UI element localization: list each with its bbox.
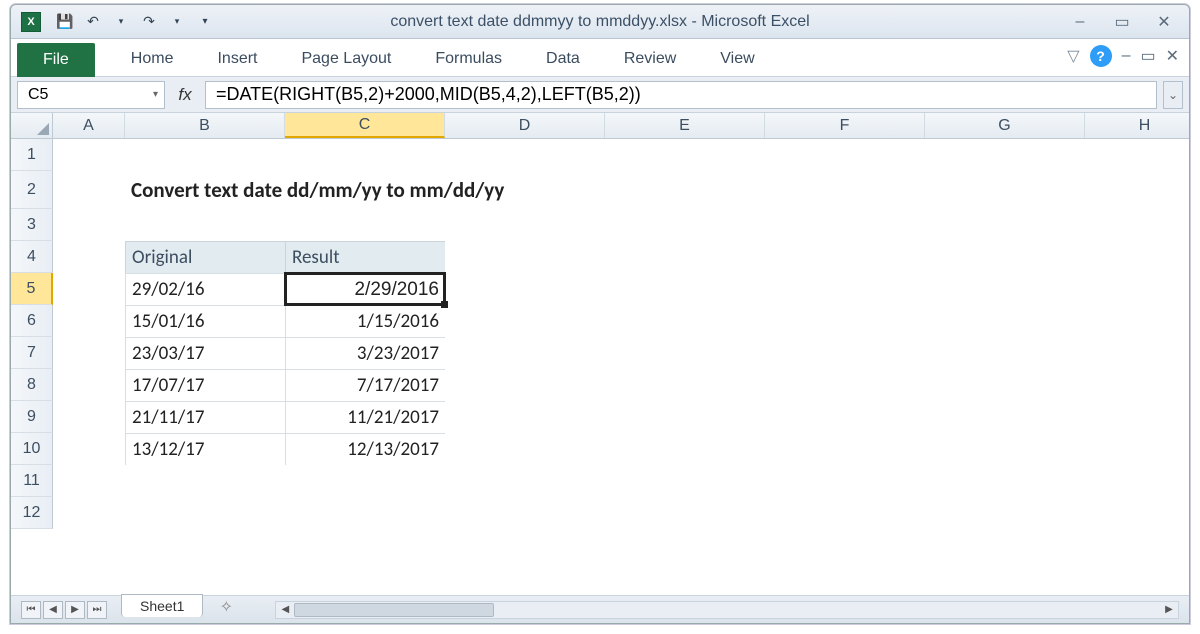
window-controls: – ▭ ✕ <box>1065 13 1179 31</box>
new-sheet-icon[interactable]: ✧ <box>215 598 237 616</box>
undo-menu-icon[interactable]: ▾ <box>109 11 133 33</box>
sheet-area: A B C D E F G H 1 2 Convert text date dd/… <box>11 113 1189 595</box>
select-all-corner[interactable] <box>11 113 53 138</box>
sheet-tab[interactable]: Sheet1 <box>121 594 203 617</box>
col-header-B[interactable]: B <box>125 113 285 138</box>
row-header-9[interactable]: 9 <box>11 401 53 433</box>
col-header-C[interactable]: C <box>285 113 445 138</box>
help-icon[interactable]: ? <box>1090 45 1112 67</box>
horizontal-scrollbar[interactable]: ◀ ▶ <box>275 601 1179 619</box>
close-button[interactable]: ✕ <box>1149 13 1179 31</box>
name-box[interactable]: C5 ▾ <box>17 81 165 109</box>
col-header-A[interactable]: A <box>53 113 125 138</box>
save-icon[interactable]: 💾 <box>53 11 77 33</box>
workbook-min-icon[interactable]: – <box>1122 47 1131 65</box>
hscroll-track[interactable] <box>294 602 1160 618</box>
redo-menu-icon[interactable]: ▾ <box>165 11 189 33</box>
scroll-left-icon[interactable]: ◀ <box>276 604 294 615</box>
row-header-2[interactable]: 2 <box>11 171 53 209</box>
tab-formulas[interactable]: Formulas <box>413 42 524 76</box>
sheet-nav-first-icon[interactable]: ⏮ <box>21 601 41 619</box>
quick-access-toolbar: X 💾 ↶ ▾ ↷ ▾ ▾ <box>21 11 217 33</box>
row-header-3[interactable]: 3 <box>11 209 53 241</box>
sheet-nav-prev-icon[interactable]: ◀ <box>43 601 63 619</box>
fx-icon[interactable]: fx <box>171 85 199 105</box>
row-header-7[interactable]: 7 <box>11 337 53 369</box>
undo-icon[interactable]: ↶ <box>81 11 105 33</box>
redo-icon[interactable]: ↷ <box>137 11 161 33</box>
column-headers: A B C D E F G H <box>11 113 1189 139</box>
cell-C8[interactable]: 7/17/2017 <box>285 369 445 401</box>
page-title: Convert text date dd/mm/yy to mm/dd/yy <box>125 171 285 209</box>
table-header-original[interactable]: Original <box>125 241 285 273</box>
formula-bar-expand-icon[interactable]: ⌄ <box>1163 81 1183 109</box>
cell-C7[interactable]: 3/23/2017 <box>285 337 445 369</box>
ribbon-min-icon[interactable]: ▽ <box>1067 46 1079 66</box>
formula-bar: C5 ▾ fx =DATE(RIGHT(B5,2)+2000,MID(B5,4,… <box>11 77 1189 113</box>
ribbon: File Home Insert Page Layout Formulas Da… <box>11 39 1189 77</box>
row-header-12[interactable]: 12 <box>11 497 53 529</box>
row-header-11[interactable]: 11 <box>11 465 53 497</box>
tab-home[interactable]: Home <box>109 42 196 76</box>
row-header-6[interactable]: 6 <box>11 305 53 337</box>
name-box-value: C5 <box>28 86 48 104</box>
cell-C5[interactable]: 2/29/2016 <box>285 273 445 305</box>
minimize-button[interactable]: – <box>1065 13 1095 31</box>
workbook-restore-icon[interactable]: ▭ <box>1140 46 1155 66</box>
fill-handle[interactable] <box>441 301 448 308</box>
col-header-H[interactable]: H <box>1085 113 1189 138</box>
row-header-4[interactable]: 4 <box>11 241 53 273</box>
cell-C10[interactable]: 12/13/2017 <box>285 433 445 465</box>
cell-B7[interactable]: 23/03/17 <box>125 337 285 369</box>
document-title: convert text date ddmmyy to mmddyy.xlsx … <box>390 13 809 31</box>
grid[interactable]: A B C D E F G H 1 2 Convert text date dd/… <box>11 113 1189 595</box>
workbook-close-icon[interactable]: ✕ <box>1166 46 1179 66</box>
cell-C6[interactable]: 1/15/2016 <box>285 305 445 337</box>
formula-input[interactable]: =DATE(RIGHT(B5,2)+2000,MID(B5,4,2),LEFT(… <box>205 81 1157 109</box>
tab-page-layout[interactable]: Page Layout <box>279 42 413 76</box>
excel-window: X 💾 ↶ ▾ ↷ ▾ ▾ convert text date ddmmyy t… <box>10 4 1190 624</box>
file-tab[interactable]: File <box>17 43 95 77</box>
row-header-1[interactable]: 1 <box>11 139 53 171</box>
cell-B10[interactable]: 13/12/17 <box>125 433 285 465</box>
sheet-nav-last-icon[interactable]: ⏭ <box>87 601 107 619</box>
hscroll-thumb[interactable] <box>294 603 494 617</box>
tab-review[interactable]: Review <box>602 42 698 76</box>
row-header-10[interactable]: 10 <box>11 433 53 465</box>
maximize-button[interactable]: ▭ <box>1107 13 1137 31</box>
col-header-F[interactable]: F <box>765 113 925 138</box>
formula-text: =DATE(RIGHT(B5,2)+2000,MID(B5,4,2),LEFT(… <box>216 84 641 105</box>
col-header-G[interactable]: G <box>925 113 1085 138</box>
sheet-nav: ⏮ ◀ ▶ ⏭ <box>21 601 107 619</box>
scroll-right-icon[interactable]: ▶ <box>1160 604 1178 615</box>
table-header-result[interactable]: Result <box>285 241 445 273</box>
cell-B9[interactable]: 21/11/17 <box>125 401 285 433</box>
name-box-dropdown-icon[interactable]: ▾ <box>153 89 158 100</box>
rows: 1 2 Convert text date dd/mm/yy to mm/dd/y… <box>11 139 1189 595</box>
cell-B6[interactable]: 15/01/16 <box>125 305 285 337</box>
excel-logo-icon: X <box>21 12 41 32</box>
row-header-5[interactable]: 5 <box>11 273 53 305</box>
col-header-E[interactable]: E <box>605 113 765 138</box>
cell-B8[interactable]: 17/07/17 <box>125 369 285 401</box>
title-bar: X 💾 ↶ ▾ ↷ ▾ ▾ convert text date ddmmyy t… <box>11 5 1189 39</box>
tab-insert[interactable]: Insert <box>195 42 279 76</box>
qat-customize-icon[interactable]: ▾ <box>193 11 217 33</box>
status-bar: ⏮ ◀ ▶ ⏭ Sheet1 ✧ ◀ ▶ <box>11 595 1189 623</box>
sheet-nav-next-icon[interactable]: ▶ <box>65 601 85 619</box>
tab-view[interactable]: View <box>698 42 776 76</box>
cell-C9[interactable]: 11/21/2017 <box>285 401 445 433</box>
cell-B5[interactable]: 29/02/16 <box>125 273 285 305</box>
col-header-D[interactable]: D <box>445 113 605 138</box>
row-header-8[interactable]: 8 <box>11 369 53 401</box>
tab-data[interactable]: Data <box>524 42 602 76</box>
